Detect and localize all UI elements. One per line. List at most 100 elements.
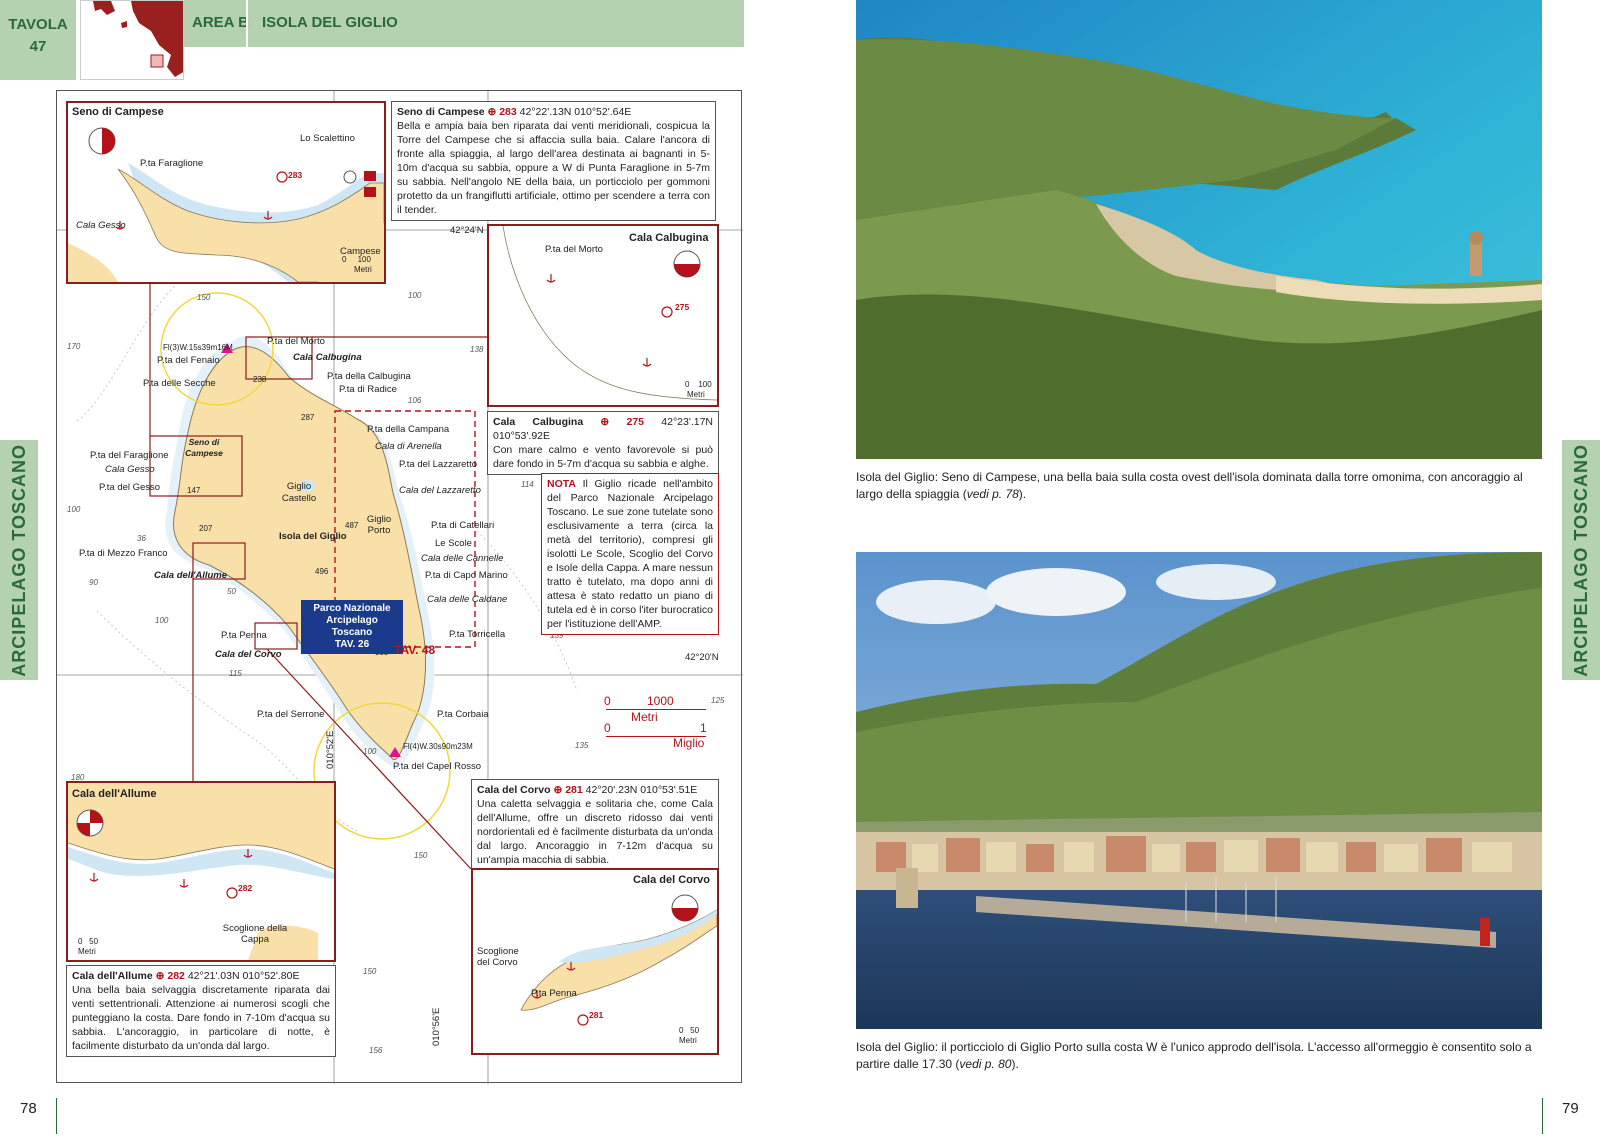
label-pta-di-capo-marino: P.ta di Capo Marino: [425, 570, 508, 581]
park-badge[interactable]: Parco Nazionale Arcipelago Toscano TAV. …: [301, 600, 403, 654]
label-pta-penna: P.ta Penna: [531, 988, 577, 999]
nota-text: Il Giglio ricade nell'ambito del Parco N…: [547, 478, 714, 630]
depth-label: 106: [408, 396, 422, 405]
tavola-label: TAVOLA: [8, 16, 68, 33]
crosshair-icon: ⊕: [600, 416, 610, 428]
depth-label: 114: [521, 480, 534, 489]
label-light-fenaio: Fl(3)W.15s39m16M: [163, 343, 233, 352]
depth-label: 100: [155, 616, 169, 625]
label-cala-calbugina: Cala Calbugina: [293, 352, 362, 363]
nota-box: NOTA Il Giglio ricade nell'ambito del Pa…: [541, 473, 719, 635]
label-cala-delle-caldane: Cala delle Caldane: [427, 594, 508, 605]
info-name: Seno di Campese: [397, 106, 485, 118]
label-pta-del-fenaio: P.ta del Fenaio: [157, 355, 220, 366]
tav48-link[interactable]: TAV. 48: [394, 643, 435, 657]
depth-label: 138: [470, 345, 484, 354]
info-coords: 42°21'.03N 010°52'.80E: [187, 970, 300, 982]
label-le-scole: Le Scole: [435, 538, 472, 549]
depth-label: 150: [197, 293, 211, 302]
depth-label: 50: [227, 587, 236, 596]
coord-lon-52: 010°52'E: [325, 730, 336, 769]
depth-label: 90: [89, 578, 98, 587]
depth-label: 100: [408, 291, 422, 300]
depth-label: 125: [711, 696, 725, 705]
info-coords: 42°22'.13N 010°52'.64E: [519, 106, 632, 118]
inset-cala-calbugina[interactable]: Cala Calbugina P.ta del Morto 275 0 100 …: [487, 224, 719, 407]
scale-zero-miglio: 0: [604, 721, 611, 735]
side-tab-left: ARCIPELAGO TOSCANO: [0, 440, 38, 680]
coord-lon-56: 010°56'E: [431, 1007, 442, 1046]
tavola-badge: TAVOLA 47: [0, 0, 76, 80]
info-coords: 42°20'.23N 010°53'.51E: [585, 784, 698, 796]
inset-scale: 0 50: [679, 1026, 700, 1035]
caption-top-text: Isola del Giglio: Seno di Campese, una b…: [856, 470, 1523, 501]
info-text: Bella e ampia baia ben riparata dai vent…: [397, 120, 710, 216]
depth-label: 150: [414, 851, 428, 860]
scale-1: 1: [700, 721, 707, 735]
info-waypoint: 281: [565, 784, 583, 796]
depth-label: 170: [67, 342, 81, 351]
coord-lat-20: 42°20'N: [685, 652, 719, 663]
island-shape: [173, 346, 427, 760]
park-line3: TAV. 26: [334, 639, 370, 650]
side-tab-right-label: ARCIPELAGO TOSCANO: [1570, 443, 1591, 677]
label-pta-faraglione: P.ta Faraglione: [140, 158, 204, 169]
label-cala-del-corvo: Cala del Corvo: [215, 649, 282, 660]
park-line1: Parco Nazionale: [313, 603, 391, 614]
header-bar: AREA B ISOLA DEL GIGLIO: [184, 0, 744, 47]
inset-title: Seno di Campese: [72, 106, 164, 118]
inset-title: Cala del Corvo: [633, 874, 711, 886]
label-giglio-castello: Giglio Castello: [281, 481, 317, 504]
label-pta-penna: P.ta Penna: [221, 630, 267, 641]
caption-bottom: Isola del Giglio: il porticciolo di Gigl…: [856, 1039, 1542, 1073]
info-name: Cala Calbugina: [493, 416, 584, 428]
depth-label: 100: [67, 505, 81, 514]
info-waypoint: 282: [167, 970, 185, 982]
label-isola-del-giglio: Isola del Giglio: [279, 531, 347, 542]
nautical-chart: 42°24'N 42°20'N 010°52'E 010°56'E 150 10…: [56, 90, 743, 1084]
height-287: 287: [301, 413, 315, 422]
depth-label: 115: [229, 669, 242, 678]
label-pta-torricella: P.ta Torricella: [449, 629, 506, 640]
waypoint-281: 281: [589, 1010, 604, 1020]
inset-scale-unit: Metri: [354, 265, 372, 274]
inset-cala-dell-allume[interactable]: Cala dell'Allume Scoglione della Cappa 2…: [66, 781, 336, 962]
label-pta-del-serrone: P.ta del Serrone: [257, 709, 325, 720]
side-tab-left-label: ARCIPELAGO TOSCANO: [8, 443, 29, 677]
info-text: Una caletta selvaggia e solitaria che, c…: [477, 798, 713, 866]
inset-seno-di-campese[interactable]: Seno di Campese Lo Scalettino P.ta Farag…: [66, 101, 386, 284]
label-giglio-porto: Giglio Porto: [366, 514, 392, 536]
caption-top: Isola del Giglio: Seno di Campese, una b…: [856, 469, 1542, 503]
label-pta-del-morto: P.ta del Morto: [545, 244, 603, 255]
info-waypoint: 275: [626, 416, 645, 428]
label-cala-dell-allume: Cala dell'Allume: [154, 570, 228, 581]
crosshair-icon: ⊕: [553, 784, 563, 796]
label-pta-del-gesso: P.ta del Gesso: [99, 482, 161, 493]
scale-1000: 1000: [647, 694, 674, 708]
inset-scale-unit: Metri: [687, 390, 705, 399]
header-divider: [246, 0, 248, 47]
info-cala-dell-allume: Cala dell'Allume ⊕ 282 42°21'.03N 010°52…: [66, 965, 336, 1057]
info-waypoint: 283: [499, 106, 517, 118]
label-pta-del-faraglione: P.ta del Faraglione: [90, 450, 169, 461]
label-scoglione-del-corvo: Scoglione del Corvo: [477, 946, 519, 968]
label-cala-delle-cannelle: Cala delle Cannelle: [421, 553, 504, 564]
inset-cala-del-corvo[interactable]: Cala del Corvo Scoglione del Corvo P.ta …: [471, 868, 719, 1055]
label-pta-della-campana: P.ta della Campana: [367, 424, 450, 435]
inset-scale: 0 100: [342, 255, 371, 264]
label-pta-di-mezzo-franco: P.ta di Mezzo Franco: [79, 548, 168, 559]
inset-title: Cala Calbugina: [629, 232, 709, 244]
info-name: Cala del Corvo: [477, 784, 551, 796]
inset-scale: 0 50: [78, 937, 99, 946]
waypoint-275: 275: [675, 302, 690, 312]
label-cala-di-arenella: Cala di Arenella: [375, 441, 442, 452]
tavola-number: 47: [29, 38, 47, 55]
label-pta-del-morto: P.ta del Morto: [267, 336, 325, 347]
caption-bottom-text: Isola del Giglio: il porticciolo di Gigl…: [856, 1040, 1532, 1071]
height-238: 238: [253, 375, 267, 384]
caption-top-end: ).: [1018, 487, 1027, 501]
caption-top-ref: vedi p. 78: [966, 487, 1019, 501]
waypoint-283: 283: [288, 170, 303, 180]
park-line2: Arcipelago Toscano: [326, 615, 378, 638]
label-scoglione-della-cappa: Scoglione della Cappa: [222, 923, 288, 945]
